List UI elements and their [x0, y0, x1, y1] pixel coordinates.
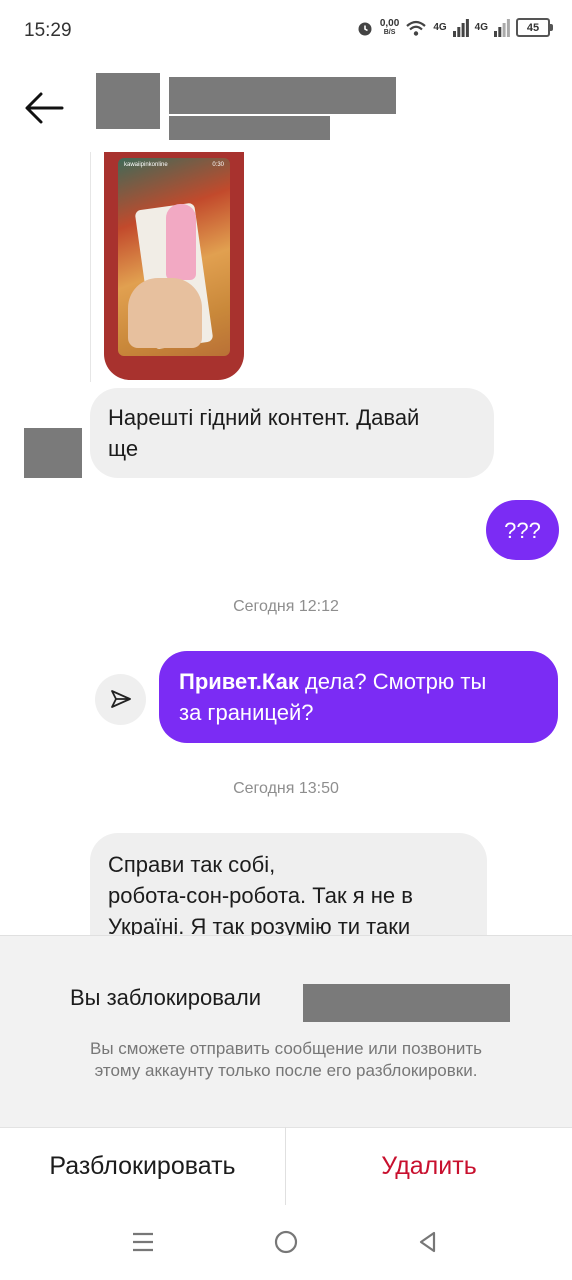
timestamp: Сегодня 12:12 [233, 598, 339, 615]
nav-back-button[interactable] [406, 1222, 450, 1262]
profile-subtitle [169, 116, 330, 140]
menu-icon [133, 1232, 153, 1252]
alarm-icon [358, 22, 372, 35]
nav-menu-button[interactable] [121, 1222, 165, 1262]
message-incoming[interactable]: Нарешті гідний контент. Давай ще [90, 388, 494, 478]
battery-icon: 45 [516, 18, 553, 37]
back-button[interactable] [22, 90, 66, 126]
status-time: 15:29 [24, 20, 72, 41]
net-speed: 0,00 B/S [379, 17, 400, 36]
home-icon [274, 1230, 298, 1254]
reply-thread-line [90, 152, 91, 382]
network-type-2: 4G [474, 22, 488, 33]
blocked-description: Вы сможете отправить сообщение или позво… [89, 1039, 482, 1080]
profile-name[interactable] [169, 77, 396, 114]
status-icons: 0,00 B/S 4G 4G 45 [356, 17, 553, 37]
figure-image [166, 204, 196, 280]
blocked-username [303, 984, 510, 1022]
signal-icon [494, 18, 510, 37]
wifi-icon [406, 20, 427, 36]
video-duration: 0:30 [212, 162, 224, 168]
back-icon [419, 1231, 436, 1253]
network-type-1: 4G [433, 22, 447, 33]
sender-avatar[interactable] [24, 428, 82, 478]
unblock-button[interactable]: Разблокировать [0, 1127, 285, 1205]
delete-button[interactable]: Удалить [286, 1127, 572, 1205]
arrow-left-icon [25, 92, 64, 124]
nav-home-button[interactable] [264, 1222, 308, 1262]
profile-avatar[interactable] [96, 73, 160, 129]
hand-image [128, 278, 202, 348]
message-outgoing[interactable]: ??? [486, 500, 559, 560]
video-username: kawaiipinkonline [124, 162, 168, 168]
share-button[interactable] [95, 674, 146, 725]
shared-video[interactable]: kawaiipinkonline 0:30 [104, 152, 244, 380]
send-icon [110, 689, 131, 708]
blocked-panel [0, 935, 572, 1128]
signal-icon [452, 18, 469, 37]
video-thumbnail: kawaiipinkonline 0:30 [118, 158, 230, 356]
message-outgoing[interactable]: Привет.Как дела? Смотрю ты за границей? [159, 651, 558, 743]
timestamp: Сегодня 13:50 [233, 780, 339, 797]
blocked-title: Вы заблокировали [70, 985, 262, 1010]
